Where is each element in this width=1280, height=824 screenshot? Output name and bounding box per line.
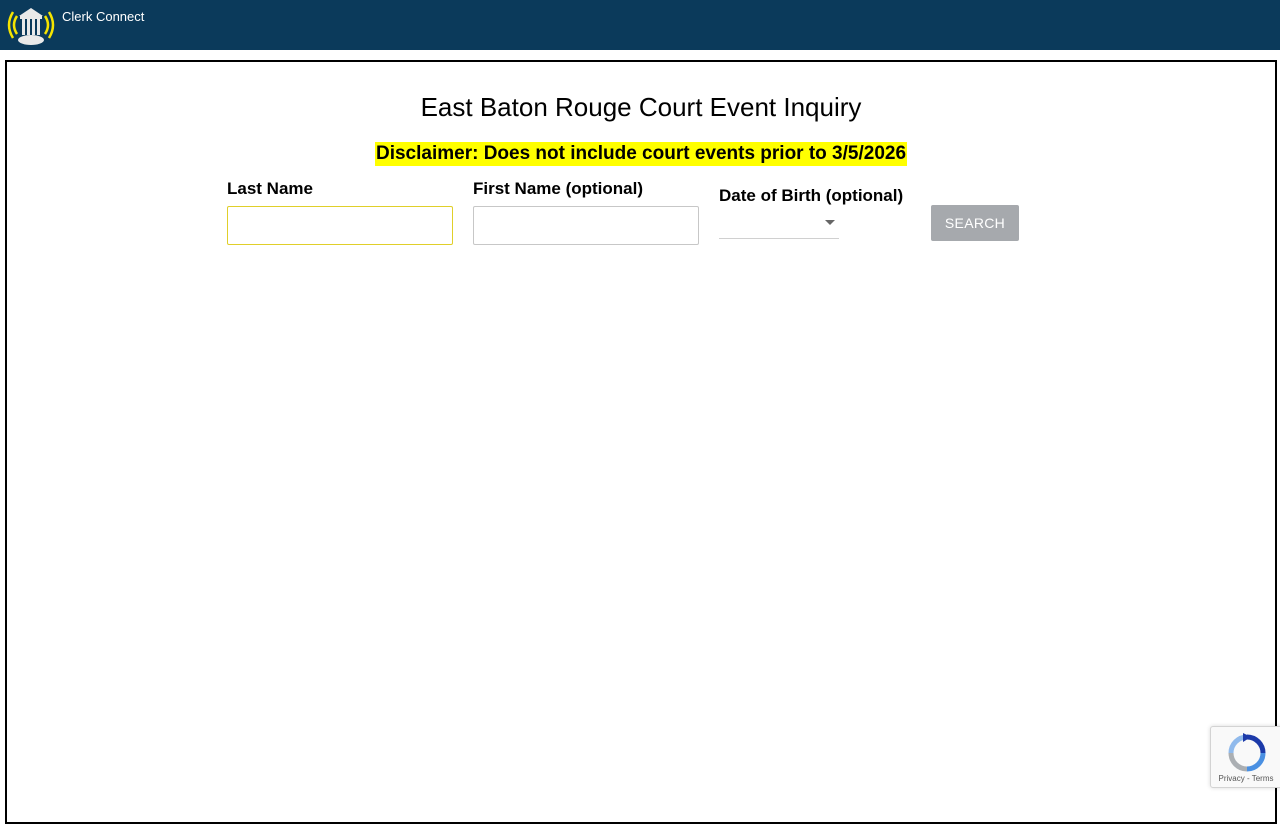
dob-label: Date of Birth (optional) <box>719 186 904 205</box>
dob-select[interactable] <box>719 208 839 239</box>
recaptcha-terms-link[interactable]: Terms <box>1252 774 1274 783</box>
disclaimer-banner: Disclaimer: Does not include court event… <box>374 142 908 166</box>
top-bar: Clerk Connect <box>0 0 1280 50</box>
recaptcha-links: Privacy - Terms <box>1211 774 1280 783</box>
disclaimer-row: Disclaimer: Does not include court event… <box>7 142 1275 166</box>
dropdown-arrow-icon <box>825 220 835 225</box>
page-title: East Baton Rouge Court Event Inquiry <box>420 92 862 122</box>
main-frame: East Baton Rouge Court Event Inquiry Dis… <box>5 60 1277 824</box>
courthouse-signal-icon[interactable] <box>4 4 58 46</box>
first-name-input[interactable] <box>473 206 699 245</box>
recaptcha-privacy-link[interactable]: Privacy <box>1219 774 1245 783</box>
first-name-label: First Name (optional) <box>473 179 644 198</box>
recaptcha-icon <box>1228 733 1266 772</box>
last-name-input[interactable] <box>227 206 453 245</box>
recaptcha-badge[interactable]: Privacy - Terms <box>1210 726 1280 788</box>
search-button[interactable]: SEARCH <box>931 205 1019 241</box>
recaptcha-separator: - <box>1244 774 1252 783</box>
app-title[interactable]: Clerk Connect <box>62 9 144 24</box>
last-name-label: Last Name <box>227 179 313 198</box>
